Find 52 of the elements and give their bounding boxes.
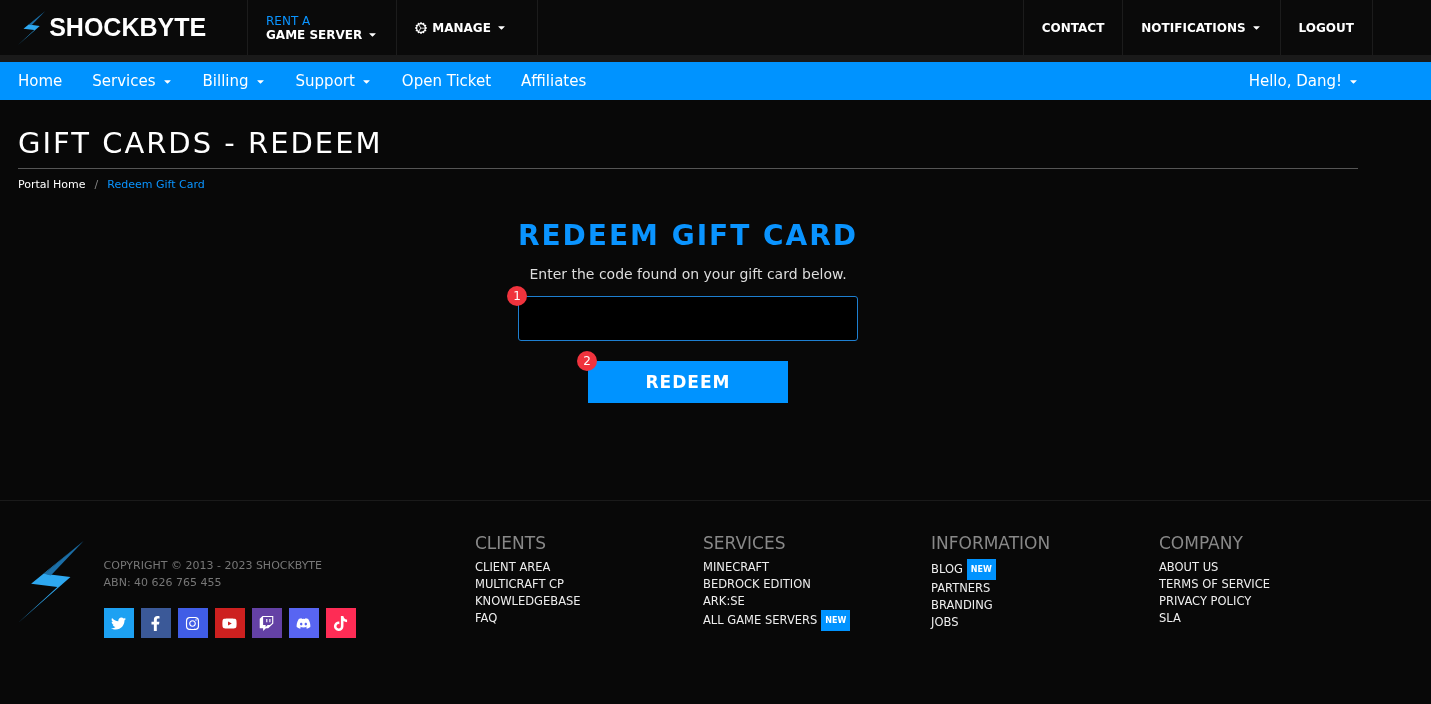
brand-name: SHOCKBYTE — [49, 13, 207, 42]
footer-link[interactable]: ALL GAME SERVERS NEW — [703, 610, 931, 631]
social-link[interactable] — [140, 608, 171, 638]
new-badge: NEW — [821, 610, 851, 631]
abn-text: ABN: 40 626 765 455 — [103, 575, 223, 591]
gears-icon — [415, 21, 428, 34]
footer-link[interactable]: ABOUT US — [1159, 559, 1387, 576]
social-link[interactable] — [103, 608, 134, 638]
social-link[interactable] — [325, 608, 356, 638]
footer-link[interactable]: MINECRAFT — [703, 559, 931, 576]
top-menu-link[interactable]: NOTIFICATIONS — [1123, 0, 1281, 55]
footer-link[interactable]: SLA — [1159, 610, 1387, 627]
breadcrumb-link[interactable]: Redeem Gift Card — [107, 178, 205, 191]
redeem-heading: REDEEM GIFT CARD — [517, 219, 859, 252]
footer-link[interactable]: CLIENT AREA — [475, 559, 703, 576]
footer-link[interactable]: PARTNERS — [931, 580, 1159, 597]
chat-icon — [259, 615, 275, 631]
social-link[interactable] — [214, 608, 245, 638]
footer-link[interactable]: BEDROCK EDITION — [703, 576, 931, 593]
top-menu-link[interactable]: CONTACT — [1022, 0, 1124, 55]
step-marker: 2 — [577, 351, 597, 371]
footer-link[interactable]: ARK:SE — [703, 593, 931, 610]
social-link[interactable] — [251, 608, 282, 638]
footer-link[interactable]: BRANDING — [931, 597, 1159, 614]
breadcrumb-link[interactable]: Portal Home — [18, 178, 86, 191]
note-icon — [333, 615, 349, 631]
footer-column-title: CLIENTS — [475, 533, 547, 553]
code-input-field[interactable] — [518, 296, 858, 341]
bird-icon — [111, 615, 127, 631]
footer-link[interactable]: BLOG NEW — [931, 559, 1159, 580]
step-marker: 1 — [507, 286, 527, 306]
page-title: GIFT CARDS - REDEEM — [18, 126, 1358, 169]
footer-column-title: INFORMATION — [931, 533, 1052, 553]
copyright-text: COPYRIGHT © 2013 - 2023 SHOCKBYTE — [103, 558, 324, 574]
manage-menu[interactable]: MANAGE — [397, 0, 538, 55]
new-badge: NEW — [966, 559, 996, 580]
rent-server-menu[interactable]: RENT A GAME SERVER — [248, 0, 398, 55]
camera-icon — [185, 615, 201, 631]
footer-link[interactable]: FAQ — [475, 610, 703, 627]
footer-link[interactable]: JOBS — [931, 614, 1159, 631]
footer-link[interactable]: PRIVACY POLICY — [1159, 593, 1387, 610]
instruction-text: Enter the code found on your gift card below. — [529, 266, 847, 282]
footer-column-title: SERVICES — [703, 533, 787, 553]
controller-icon — [296, 615, 312, 631]
footer-column-title: COMPANY — [1159, 533, 1244, 553]
social-link[interactable] — [288, 608, 319, 638]
footer-link[interactable]: MULTICRAFT CP — [475, 576, 703, 593]
footer-link[interactable]: KNOWLEDGEBASE — [475, 593, 703, 610]
top-menu-link[interactable]: LOGOUT — [1280, 0, 1373, 55]
social-link[interactable] — [177, 608, 208, 638]
footer-link[interactable]: TERMS OF SERVICE — [1159, 576, 1387, 593]
breadcrumb-separator: / — [94, 178, 99, 191]
